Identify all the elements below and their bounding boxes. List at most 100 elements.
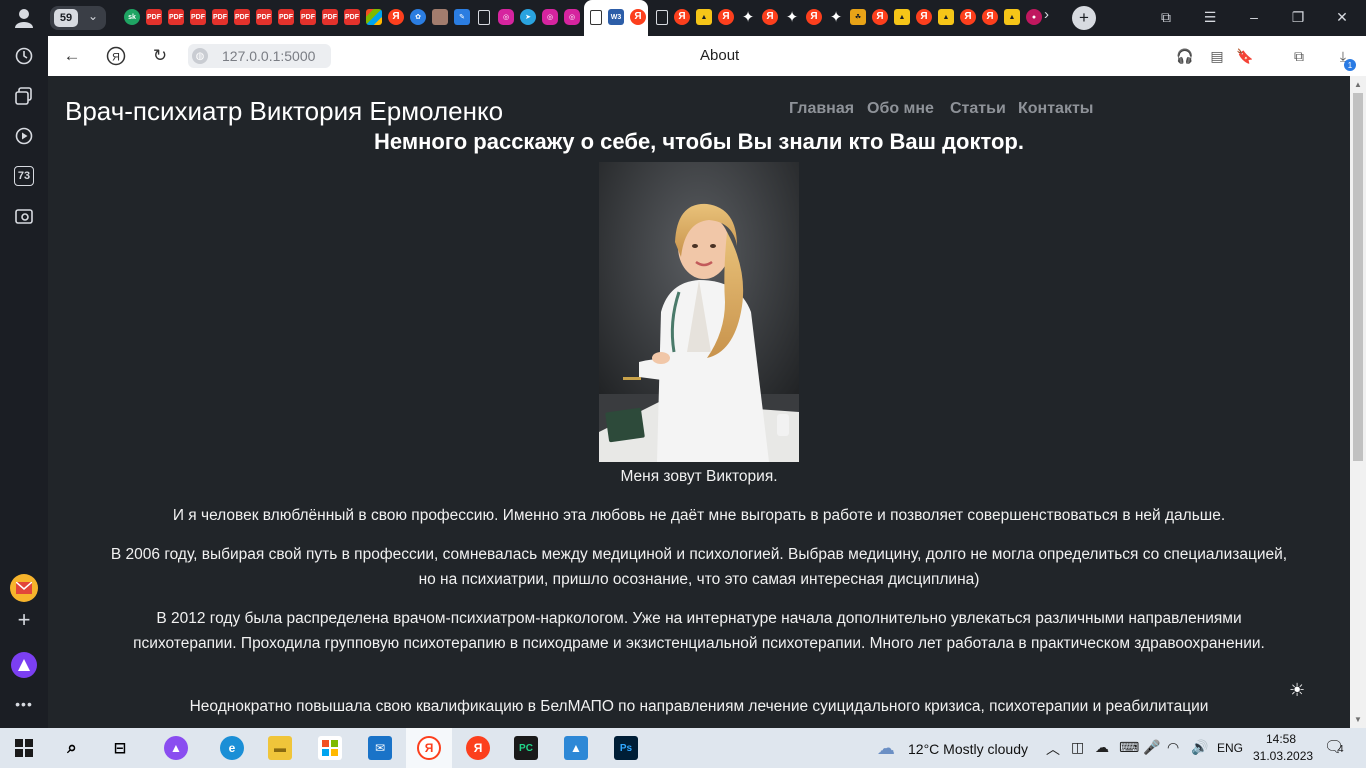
tab-favicon-icon[interactable]: ▲ (1004, 9, 1020, 25)
yandex-tab-icon[interactable]: Я (388, 9, 404, 25)
yandex-tab-icon[interactable]: Я (806, 9, 822, 25)
instagram-tab-icon[interactable]: ◎ (564, 9, 580, 25)
yandex-browser-taskbar-active[interactable]: Я (406, 728, 452, 768)
sparkle-tab-icon[interactable]: ✦ (740, 9, 756, 25)
language-indicator[interactable]: ENG (1217, 741, 1243, 755)
pdf-tab-icon[interactable]: PDF (212, 9, 228, 25)
clock-date[interactable]: 31.03.2023 (1253, 749, 1313, 763)
document-tab-icon[interactable] (656, 10, 668, 25)
yandex-tab-icon[interactable]: Я (630, 9, 646, 25)
edge-icon[interactable]: e (220, 736, 244, 760)
pdf-tab-icon[interactable]: PDF (234, 9, 250, 25)
task-view-icon[interactable]: ⊟ (108, 736, 132, 760)
telegram-tab-icon[interactable]: ➤ (520, 9, 536, 25)
search-icon[interactable]: ⌕ (60, 736, 84, 760)
pycharm-icon[interactable]: PC (514, 736, 538, 760)
scrollbar-thumb[interactable] (1353, 93, 1363, 461)
pdf-tab-icon[interactable]: PDF (278, 9, 294, 25)
photo-tab-icon[interactable] (432, 9, 448, 25)
sparkle-tab-icon[interactable]: ✦ (784, 9, 800, 25)
weather-text[interactable]: 12°C Mostly cloudy (908, 741, 1028, 757)
store-icon[interactable] (318, 736, 342, 760)
yandex-tab-icon[interactable]: Я (916, 9, 932, 25)
yandex-tab-icon[interactable]: Я (674, 9, 690, 25)
show-hidden-icons-icon[interactable]: ︿ (1046, 739, 1060, 759)
scroll-down-arrow-icon[interactable]: ▼ (1350, 712, 1366, 726)
history-icon[interactable] (12, 44, 36, 68)
clock-time[interactable]: 14:58 (1266, 732, 1296, 746)
minimize-icon[interactable]: – (1243, 6, 1265, 28)
tab-favicon-icon[interactable]: sk (124, 9, 140, 25)
collections-icon[interactable] (12, 84, 36, 108)
instagram-tab-icon[interactable]: ◎ (498, 9, 514, 25)
nav-link-articles[interactable]: Статьи (950, 100, 1006, 118)
pdf-tab-icon[interactable]: PDF (256, 9, 272, 25)
bookmark-icon[interactable]: 🔖 (1234, 45, 1256, 67)
yandex-home-button[interactable]: Я (104, 44, 128, 68)
photos-icon[interactable]: ▲ (564, 736, 588, 760)
w3-tab-icon[interactable]: W3 (608, 9, 624, 25)
tabs-panel-icon[interactable]: ⧉ (1155, 6, 1177, 28)
tab-group-button[interactable]: 59 ⌄ (50, 6, 106, 30)
wifi-icon[interactable]: ◠ (1167, 739, 1179, 756)
photoshop-icon[interactable]: Ps (614, 736, 638, 760)
pdf-tab-icon[interactable]: PDF (168, 9, 184, 25)
mail-app-icon[interactable] (10, 574, 38, 602)
counter-badge[interactable]: 73 (14, 166, 34, 186)
page-scrollbar[interactable]: ▲ ▼ (1350, 76, 1366, 728)
sparkle-tab-icon[interactable]: ✦ (828, 9, 844, 25)
pdf-tab-icon[interactable]: PDF (322, 9, 338, 25)
pdf-tab-icon[interactable]: PDF (146, 9, 162, 25)
reader-mode-icon[interactable]: ▤ (1206, 45, 1228, 67)
more-icon[interactable]: ••• (12, 692, 36, 716)
yandex-tab-icon[interactable]: Я (960, 9, 976, 25)
url-field[interactable]: ◍ 127.0.0.1:5000 (188, 44, 331, 68)
yandex-tab-icon[interactable]: Я (982, 9, 998, 25)
site-info-icon[interactable]: ◍ (192, 48, 208, 64)
tab-favicon-icon[interactable]: ▲ (894, 9, 910, 25)
instagram-tab-icon[interactable]: ◎ (542, 9, 558, 25)
meet-icon[interactable]: ◫ (1071, 739, 1084, 756)
alice-taskbar-icon[interactable]: ▲ (164, 736, 188, 760)
site-brand[interactable]: Врач-психиатр Виктория Ермоленко (65, 96, 503, 127)
theme-toggle-icon[interactable]: ☀ (1289, 680, 1305, 701)
pdf-tab-icon[interactable]: PDF (300, 9, 316, 25)
screenshot-icon[interactable] (12, 204, 36, 228)
pdf-tab-icon[interactable]: PDF (344, 9, 360, 25)
scroll-up-arrow-icon[interactable]: ▲ (1350, 77, 1366, 91)
microsoft-tab-icon[interactable] (366, 9, 382, 25)
headphones-icon[interactable]: 🎧 (1174, 45, 1196, 67)
menu-icon[interactable]: ☰ (1199, 6, 1221, 28)
tab-favicon-icon[interactable]: ▲ (696, 9, 712, 25)
windows-start-icon[interactable] (12, 736, 36, 760)
onedrive-icon[interactable]: ☁ (1095, 739, 1109, 756)
mail-icon[interactable]: ✉ (368, 736, 392, 760)
tab-favicon-icon[interactable]: ☘ (850, 9, 866, 25)
tab-favicon-icon[interactable]: ● (1026, 9, 1042, 25)
back-button[interactable]: ← (60, 44, 84, 68)
yandex-tab-icon[interactable]: Я (718, 9, 734, 25)
active-document-tab-icon[interactable] (590, 10, 602, 25)
tab-favicon-icon[interactable]: ✎ (454, 9, 470, 25)
pdf-tab-icon[interactable]: PDF (190, 9, 206, 25)
tab-favicon-icon[interactable]: ✿ (410, 9, 426, 25)
weather-cloud-icon[interactable]: ☁ (874, 736, 898, 760)
scroll-tabs-right-icon[interactable]: › (1044, 6, 1049, 23)
nav-link-home[interactable]: Главная (789, 100, 854, 118)
tab-favicon-icon[interactable]: ▲ (938, 9, 954, 25)
yandex-tab-icon[interactable]: Я (872, 9, 888, 25)
new-tab-button[interactable]: + (1072, 6, 1096, 30)
video-play-icon[interactable] (12, 124, 36, 148)
microphone-icon[interactable]: 🎤 (1143, 739, 1160, 756)
close-icon[interactable]: ✕ (1331, 6, 1353, 28)
restore-icon[interactable]: ❐ (1287, 6, 1309, 28)
input-indicator-icon[interactable]: ⌨ (1119, 739, 1139, 756)
volume-icon[interactable]: 🔊 (1191, 739, 1208, 756)
nav-link-about[interactable]: Обо мне (867, 100, 934, 118)
alice-assistant-icon[interactable] (11, 652, 37, 678)
extensions-icon[interactable]: ⧉ (1288, 45, 1310, 67)
file-explorer-icon[interactable]: ▬ (268, 736, 292, 760)
document-tab-icon[interactable] (478, 10, 490, 25)
nav-link-contacts[interactable]: Контакты (1018, 100, 1093, 118)
profile-icon[interactable] (12, 6, 36, 30)
